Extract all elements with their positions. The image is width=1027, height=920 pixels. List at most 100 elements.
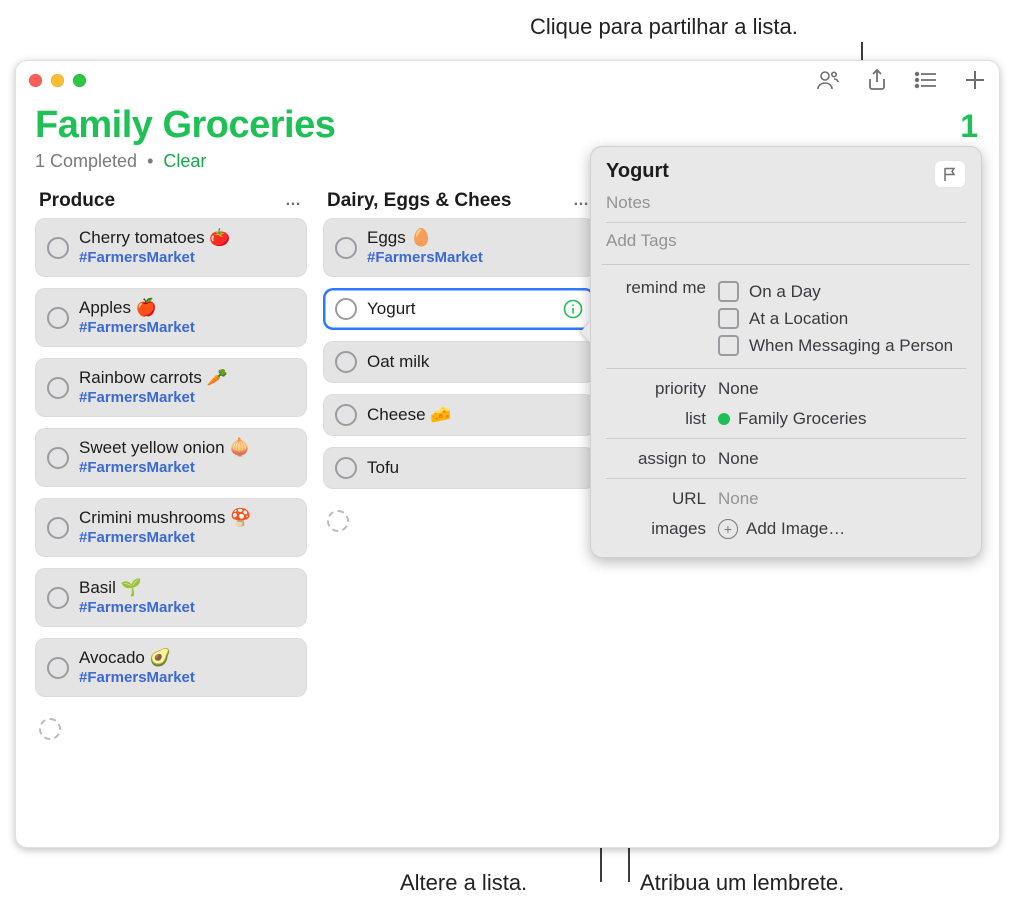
tags-field[interactable]: Add Tags (606, 222, 966, 260)
add-image-button[interactable]: + Add Image… (718, 519, 966, 539)
list-item[interactable]: Cheese 🧀 (323, 394, 595, 436)
list-item[interactable]: Crimini mushrooms 🍄 #FarmersMarket (35, 498, 307, 557)
item-tag[interactable]: #FarmersMarket (367, 249, 583, 268)
complete-toggle[interactable] (335, 351, 357, 373)
completed-label: 1 Completed (35, 151, 137, 172)
assign-to-value[interactable]: None (718, 449, 966, 469)
item-tag[interactable]: #FarmersMarket (79, 249, 295, 268)
item-tag[interactable]: #FarmersMarket (79, 669, 295, 688)
share-icon[interactable] (866, 68, 888, 92)
remind-on-day[interactable]: On a Day (718, 278, 966, 305)
complete-toggle[interactable] (47, 377, 69, 399)
list-item[interactable]: Apples 🍎 #FarmersMarket (35, 288, 307, 347)
checkbox[interactable] (718, 308, 739, 329)
complete-toggle[interactable] (335, 457, 357, 479)
item-tag[interactable]: #FarmersMarket (79, 599, 295, 618)
complete-toggle[interactable] (47, 237, 69, 259)
callout-share-list: Clique para partilhar a lista. (530, 14, 798, 40)
remind-at-location[interactable]: At a Location (718, 305, 966, 332)
list-color-badge (718, 413, 730, 425)
list-item[interactable]: Sweet yellow onion 🧅 #FarmersMarket (35, 428, 307, 487)
list-count-peek: 1 (938, 108, 978, 144)
titlebar (15, 60, 1000, 100)
add-icon[interactable] (964, 69, 986, 91)
checkbox[interactable] (718, 281, 739, 302)
zoom-window-button[interactable] (73, 74, 86, 87)
complete-toggle[interactable] (47, 307, 69, 329)
column-more-button[interactable]: … (573, 192, 591, 210)
item-label: Eggs 🥚 (367, 227, 583, 248)
close-window-button[interactable] (29, 74, 42, 87)
item-tag[interactable]: #FarmersMarket (79, 459, 295, 478)
item-label: Basil 🌱 (79, 577, 295, 598)
item-label: Apples 🍎 (79, 297, 295, 318)
new-item-radio (39, 718, 61, 740)
callout-change-list: Altere a lista. (400, 870, 527, 896)
clear-completed-button[interactable]: Clear (163, 151, 206, 172)
list-value[interactable]: Family Groceries (718, 409, 966, 429)
separator-dot: • (147, 151, 153, 172)
view-icon[interactable] (914, 70, 938, 90)
complete-toggle[interactable] (47, 657, 69, 679)
list-title: Family Groceries (35, 104, 980, 147)
item-label: Cheese 🧀 (367, 404, 583, 425)
new-item-radio (327, 510, 349, 532)
complete-toggle[interactable] (335, 298, 357, 320)
url-value[interactable]: None (718, 489, 966, 509)
list-label: list (606, 409, 706, 429)
new-item-placeholder[interactable] (35, 708, 307, 750)
collaborate-icon[interactable] (816, 68, 840, 92)
remind-me-label: remind me (606, 278, 706, 298)
column-title: Produce (39, 190, 115, 212)
column-dairy: Dairy, Eggs & Chees … Eggs 🥚 #FarmersMar… (323, 190, 595, 750)
column-title: Dairy, Eggs & Chees (327, 190, 511, 212)
list-value-text: Family Groceries (738, 409, 866, 429)
list-item[interactable]: Rainbow carrots 🥕 #FarmersMarket (35, 358, 307, 417)
list-item[interactable]: Cherry tomatoes 🍅 #FarmersMarket (35, 218, 307, 277)
item-label: Oat milk (367, 351, 583, 372)
list-item-selected[interactable]: Yogurt (323, 288, 595, 330)
panel-arrow-icon (580, 322, 590, 342)
toolbar (816, 68, 986, 92)
item-tag[interactable]: #FarmersMarket (79, 319, 295, 338)
complete-toggle[interactable] (335, 237, 357, 259)
item-label: Avocado 🥑 (79, 647, 295, 668)
option-label: On a Day (749, 282, 821, 302)
list-item[interactable]: Eggs 🥚 #FarmersMarket (323, 218, 595, 277)
remind-when-messaging[interactable]: When Messaging a Person (718, 332, 966, 359)
priority-value[interactable]: None (718, 379, 966, 399)
item-tag[interactable]: #FarmersMarket (79, 529, 295, 548)
item-label: Tofu (367, 457, 583, 478)
complete-toggle[interactable] (47, 517, 69, 539)
complete-toggle[interactable] (335, 404, 357, 426)
column-more-button[interactable]: … (285, 192, 303, 210)
info-icon[interactable] (563, 299, 583, 319)
priority-label: priority (606, 379, 706, 399)
list-item[interactable]: Tofu (323, 447, 595, 489)
item-tag[interactable]: #FarmersMarket (79, 389, 295, 408)
complete-toggle[interactable] (47, 587, 69, 609)
list-item[interactable]: Basil 🌱 #FarmersMarket (35, 568, 307, 627)
panel-title[interactable]: Yogurt (606, 160, 669, 183)
assign-to-label: assign to (606, 449, 706, 469)
url-label: URL (606, 489, 706, 509)
item-label: Rainbow carrots 🥕 (79, 367, 295, 388)
complete-toggle[interactable] (47, 447, 69, 469)
list-item[interactable]: Avocado 🥑 #FarmersMarket (35, 638, 307, 697)
separator (602, 264, 970, 265)
reminder-detail-panel: Yogurt Notes Add Tags remind me On a Day… (590, 146, 982, 558)
checkbox[interactable] (718, 335, 739, 356)
notes-field[interactable]: Notes (606, 190, 966, 222)
item-label: Sweet yellow onion 🧅 (79, 437, 295, 458)
item-label: Yogurt (367, 298, 553, 319)
option-label: At a Location (749, 309, 848, 329)
new-item-placeholder[interactable] (323, 500, 595, 542)
column-produce: Produce … Cherry tomatoes 🍅 #FarmersMark… (35, 190, 307, 750)
item-label: Crimini mushrooms 🍄 (79, 507, 295, 528)
minimize-window-button[interactable] (51, 74, 64, 87)
window-controls (29, 74, 86, 87)
flag-button[interactable] (934, 160, 966, 188)
item-label: Cherry tomatoes 🍅 (79, 227, 295, 248)
list-item[interactable]: Oat milk (323, 341, 595, 383)
option-label: When Messaging a Person (749, 336, 953, 356)
